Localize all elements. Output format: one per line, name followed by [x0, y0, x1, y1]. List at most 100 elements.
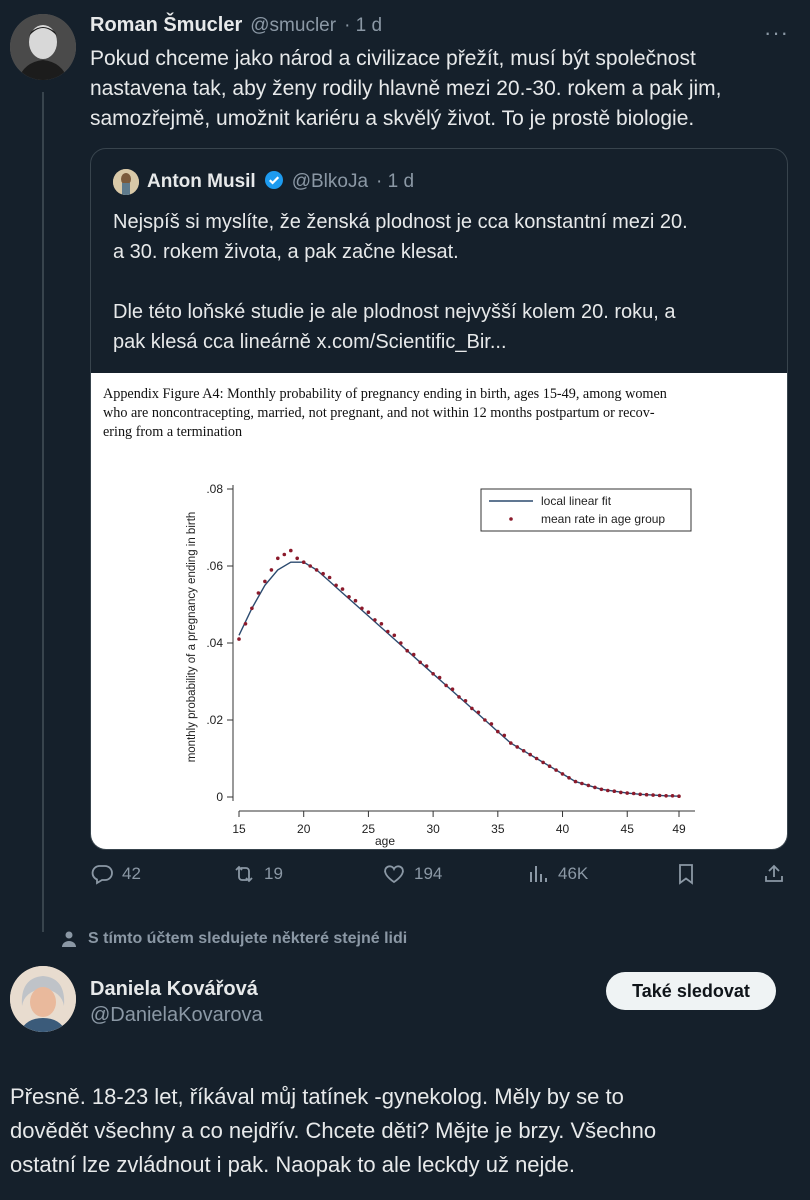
scatter-point: [347, 595, 351, 599]
scatter-point: [340, 587, 345, 591]
fit-line: [238, 561, 680, 797]
scatter-point: [256, 591, 261, 595]
x-tick-label: 45: [621, 822, 635, 836]
quote-author-name[interactable]: Anton Musil: [147, 171, 256, 193]
legend-label-fit: local linear fit: [541, 494, 612, 508]
text-line: ostatní lze zvládnout i pak. Naopak to a…: [10, 1152, 576, 1177]
avatar-anton-musil[interactable]: [113, 169, 139, 195]
thread-connector-line: [42, 92, 44, 932]
scatter-point: [353, 598, 358, 603]
quote-header: Anton Musil @BlkoJa · 1 d: [113, 169, 414, 195]
scatter-point: [489, 722, 494, 726]
scatter-point: [509, 741, 513, 745]
retweet-icon: [235, 865, 253, 883]
scatter-point: [405, 648, 410, 653]
person-icon: [62, 931, 76, 947]
y-tick-label: .02: [206, 713, 223, 727]
tweet-action-bar: 42 19 194 46K: [90, 862, 790, 892]
like-button[interactable]: 194: [382, 862, 442, 886]
tweet-time[interactable]: · 1 d: [344, 15, 382, 37]
text-line[interactable]: pak klesá cca lineárně x.com/Scientific_…: [113, 327, 773, 357]
y-tick-label: .08: [206, 482, 223, 496]
more-options-icon[interactable]: ···: [764, 20, 789, 46]
scatter-point: [560, 772, 565, 776]
scatter-point: [437, 675, 442, 680]
reply-user-handle[interactable]: @DanielaKovarova: [90, 1004, 263, 1027]
scatter-point: [301, 560, 306, 564]
y-tick-label: 0: [216, 790, 223, 804]
avatar-daniela-kovarova[interactable]: [10, 966, 76, 1032]
scatter-point: [289, 548, 293, 553]
scatter-point: [670, 794, 675, 798]
views-button[interactable]: 46K: [526, 862, 588, 886]
text-line: Nejspíš si myslíte, že ženská plodnost j…: [113, 211, 688, 233]
quote-text: Nejspíš si myslíte, že ženská plodnost j…: [113, 207, 773, 357]
x-tick-label: 49: [672, 822, 686, 836]
scatter-point: [567, 776, 571, 780]
scatter-point: [619, 790, 623, 795]
x-tick-label: 25: [362, 822, 376, 836]
author-name[interactable]: Roman Šmucler: [90, 14, 242, 37]
text-line: Pokud chceme jako národ a civilizace pře…: [90, 47, 696, 70]
text-line: Přesně. 18-23 let, říkával můj tatínek -…: [10, 1084, 624, 1109]
scatter-point: [657, 793, 662, 798]
x-tick-label: 35: [491, 822, 505, 836]
scatter-point: [638, 792, 642, 797]
avatar-roman-smucler[interactable]: [10, 14, 76, 80]
scatter-point: [314, 568, 319, 572]
like-count: 194: [414, 864, 443, 883]
reply-tweet-text: Přesně. 18-23 let, říkával můj tatínek -…: [10, 1080, 800, 1182]
scatter-point: [496, 729, 500, 734]
text-line: Dle této loňské studie je ale plodnost n…: [113, 301, 676, 323]
scatter-point: [276, 556, 280, 561]
scatter-point: [631, 791, 636, 796]
scatter-point: [411, 652, 416, 657]
y-axis-label: monthly probability of a pregnancy endin…: [186, 512, 198, 763]
views-chart-icon: [530, 866, 547, 882]
scatter-point: [366, 610, 371, 614]
scatter-point: [580, 781, 584, 786]
scatter-point: [463, 699, 468, 703]
share-button[interactable]: [762, 862, 786, 886]
share-icon: [765, 864, 783, 882]
text-line: a 30. rokem života, a pak začne klesat.: [113, 241, 459, 263]
scatter-point: [327, 575, 332, 580]
scatter-point: [424, 664, 429, 668]
scatter-point: [586, 783, 591, 788]
quote-time[interactable]: · 1 d: [376, 171, 414, 193]
scatter-point: [470, 706, 474, 711]
scatter-point: [386, 629, 390, 634]
scatter-point: [541, 760, 545, 765]
legend-label-points: mean rate in age group: [541, 512, 665, 526]
reply-button[interactable]: 42: [90, 862, 141, 886]
scatter-point: [593, 785, 597, 790]
quote-author-handle[interactable]: @BlkoJa: [292, 171, 368, 193]
scatter-point: [606, 788, 610, 793]
x-tick-label: 15: [232, 822, 246, 836]
author-handle[interactable]: @smucler: [250, 15, 336, 37]
fertility-chart: 0 .02 .04 .06 .08 15 20 25 30 35 40 45 49 age monthly …: [186, 482, 695, 848]
quoted-tweet[interactable]: Anton Musil @BlkoJa · 1 d Nejspíš si mys…: [90, 148, 788, 850]
reply-icon: [91, 865, 113, 885]
x-axis-label: age: [375, 834, 395, 848]
scatter-point: [269, 568, 274, 572]
retweet-count: 19: [264, 864, 283, 883]
scatter-point: [373, 618, 377, 622]
scatter-point: [321, 571, 325, 576]
scatter-point: [444, 683, 448, 688]
scatter-point: [521, 749, 526, 753]
y-tick-label: .04: [206, 636, 223, 650]
scatter-point: [528, 752, 532, 757]
views-count: 46K: [558, 864, 589, 883]
scatter-point: [263, 579, 267, 584]
figure-image[interactable]: Appendix Figure A4: Monthly probability …: [91, 373, 787, 849]
scatter-point: [515, 745, 519, 749]
reply-user-name[interactable]: Daniela Kovářová: [90, 978, 258, 1001]
retweet-button[interactable]: 19: [232, 862, 283, 886]
bookmark-button[interactable]: [674, 862, 698, 886]
scatter-point: [360, 606, 364, 611]
scatter-point: [282, 552, 287, 557]
heart-icon: [384, 865, 404, 884]
x-tick-label: 20: [297, 822, 311, 836]
follow-button[interactable]: Také sledovat: [606, 972, 776, 1010]
